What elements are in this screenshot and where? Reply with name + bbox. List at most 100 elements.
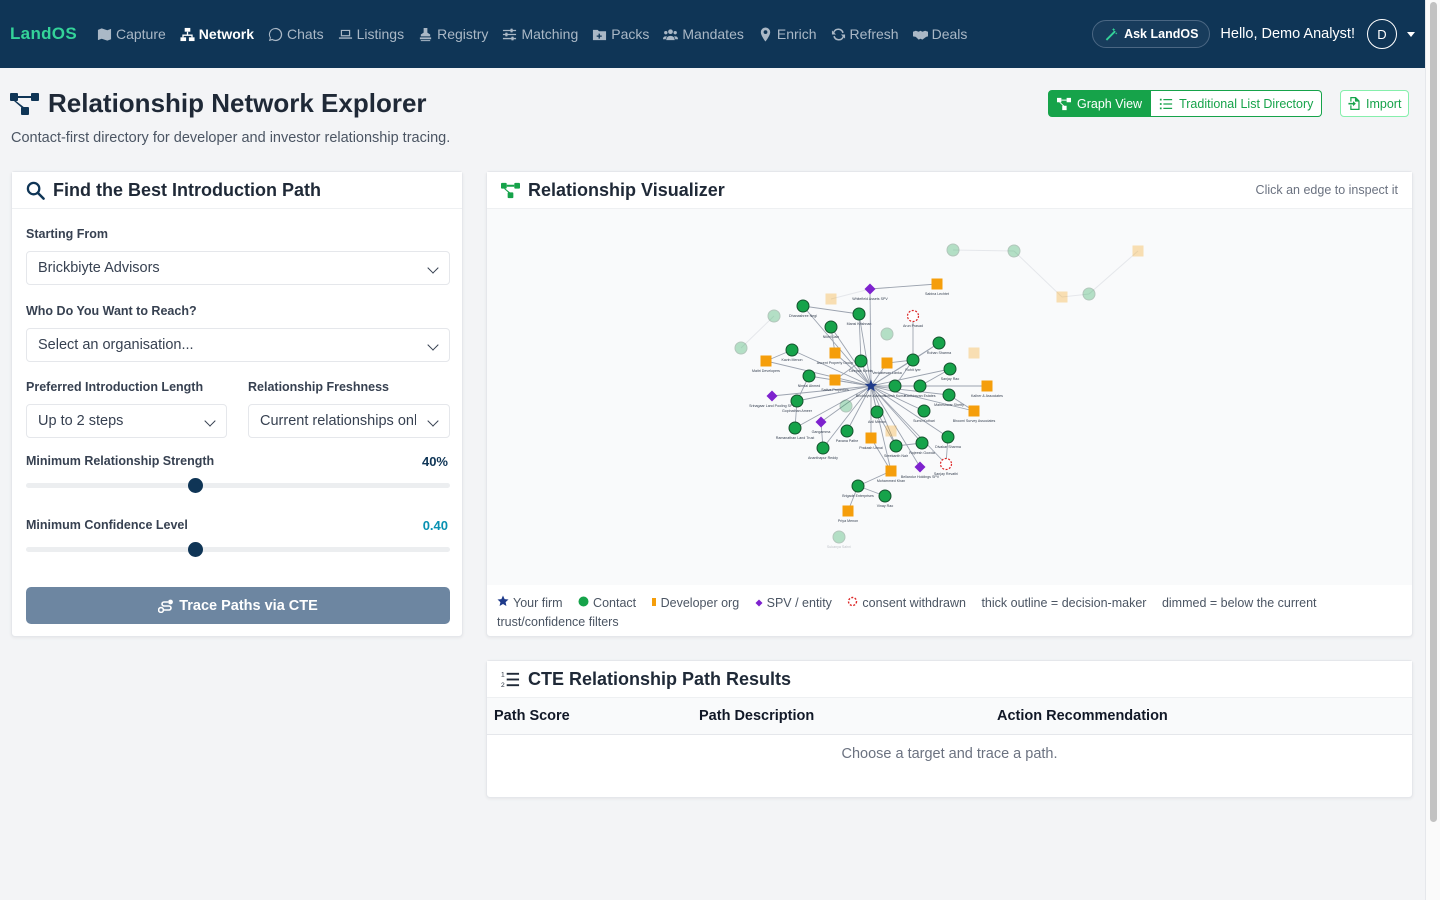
graph-edge[interactable] (1013, 250, 1063, 298)
graph-node-shape[interactable] (851, 479, 865, 493)
nav-chats[interactable]: Chats (268, 26, 324, 42)
graph-node-contact[interactable] (767, 309, 781, 323)
graph-node-contact[interactable]: Nikhil Jain (823, 320, 839, 339)
graph-node-consent-withdrawn[interactable]: Sanjay Revathi (934, 457, 958, 477)
nav-mandates[interactable]: Mandates (663, 26, 744, 42)
graph-edge[interactable] (740, 315, 775, 349)
nav-enrich[interactable]: Enrich (758, 26, 817, 42)
graph-node-developer[interactable]: Maitri Developers (752, 355, 780, 374)
graph-node-contact[interactable] (839, 399, 853, 413)
graph-node-shape[interactable] (766, 390, 778, 402)
nav-registry[interactable]: Registry (418, 26, 488, 42)
graph-node-contact[interactable] (1007, 244, 1021, 258)
graph-node-shape[interactable] (942, 388, 956, 402)
graph-node-shape[interactable] (802, 369, 816, 383)
graph-node-shape[interactable] (881, 357, 893, 369)
graph-edge[interactable] (1088, 250, 1139, 295)
graph-node-shape[interactable] (888, 379, 902, 393)
graph-node-shape[interactable] (906, 353, 920, 367)
graph-node-consent-withdrawn[interactable]: Arun Prasad (903, 309, 923, 329)
graph-node-shape[interactable] (939, 457, 953, 471)
graph-node-contact[interactable]: Rajeesh Gowda (909, 436, 935, 455)
graph-node-shape[interactable] (767, 309, 781, 323)
graph-node-spv[interactable]: Gangamma (812, 416, 831, 435)
graph-node-developer[interactable] (968, 347, 980, 359)
graph-node-shape[interactable] (885, 425, 897, 437)
graph-node-contact[interactable]: Sanjay Rao (941, 362, 960, 381)
graph-node-contact[interactable]: Rohan Sharma (927, 336, 951, 355)
graph-node-shape[interactable] (865, 432, 877, 444)
graph-node-shape[interactable] (915, 436, 929, 450)
nav-refresh[interactable]: Refresh (831, 26, 899, 42)
graph-node-spv[interactable]: Srinagaar Land Pooling SPV (749, 390, 795, 409)
user-menu-caret-icon[interactable] (1407, 31, 1415, 37)
graph-node-shape[interactable] (842, 505, 854, 517)
graph-node-shape[interactable] (870, 405, 884, 419)
graph-node-contact[interactable]: Kadhiravan Estates (904, 379, 936, 398)
graph-node-shape[interactable] (943, 362, 957, 376)
nav-packs[interactable]: Packs (592, 26, 649, 42)
graph-node-shape[interactable] (840, 424, 854, 438)
nav-matching[interactable]: Matching (502, 26, 578, 42)
nav-network[interactable]: Network (180, 26, 254, 42)
graph-node-shape[interactable] (829, 374, 841, 386)
graph-node-contact[interactable] (880, 327, 894, 341)
graph-node-shape[interactable] (1007, 244, 1021, 258)
nav-listings[interactable]: Listings (338, 26, 404, 42)
graph-node-developer[interactable] (1132, 245, 1144, 257)
graph-node-shape[interactable] (839, 399, 853, 413)
column-header-path-score[interactable]: Path Score (494, 708, 570, 724)
graph-node-contact[interactable]: Sukanya Sahni (827, 530, 851, 549)
graph-node-developer[interactable] (885, 425, 897, 437)
graph-node-shape[interactable] (760, 355, 772, 367)
graph-node-shape[interactable] (917, 404, 931, 418)
graph-node-developer[interactable] (1056, 291, 1068, 303)
graph-node-shape[interactable] (734, 341, 748, 355)
graph-node-developer[interactable]: Ascent Property Group (817, 347, 854, 366)
graph-node-shape[interactable] (931, 278, 943, 290)
graph-node-shape[interactable] (1132, 245, 1144, 257)
graph-node-contact[interactable]: Brigade Enterprises (842, 479, 874, 498)
path-length-select[interactable]: Up to 2 steps (26, 404, 227, 438)
strength-slider[interactable] (26, 478, 450, 493)
graph-node-spv[interactable]: Bellandur Holdings SPV (901, 461, 940, 480)
starting-from-select[interactable]: Brickbiyte Advisors (26, 251, 450, 285)
graph-node-contact[interactable]: Ramanathan Land Trust (776, 421, 815, 440)
graph-node-developer[interactable]: Priya Menon (838, 505, 858, 524)
list-view-button[interactable]: Traditional List Directory (1151, 90, 1323, 117)
graph-node-shape[interactable] (832, 530, 846, 544)
user-avatar[interactable]: D (1367, 19, 1397, 49)
graph-node-shape[interactable] (815, 416, 827, 428)
graph-edge[interactable] (802, 305, 860, 315)
nav-deals[interactable]: Deals (912, 26, 967, 42)
strength-slider-thumb[interactable] (188, 478, 204, 493)
graph-node-contact[interactable] (734, 341, 748, 355)
network-graph-canvas[interactable]: Sabina Lechtet Whitefield Assets SPV Dhana… (487, 209, 1412, 585)
freshness-select[interactable]: Current relationships only (248, 404, 450, 438)
ask-landos-button[interactable]: Ask LandOS (1092, 20, 1211, 48)
graph-node-shape[interactable] (825, 293, 837, 305)
graph-node-developer[interactable]: Sattva Properties (821, 374, 849, 393)
graph-node-shape[interactable] (913, 379, 927, 393)
graph-node-shape[interactable] (946, 243, 960, 257)
graph-node-developer[interactable]: Bhoomi Survey Associates (953, 405, 996, 424)
graph-node-shape[interactable] (785, 343, 799, 357)
graph-node-contact[interactable]: Maheshwar Shetty (934, 388, 964, 407)
graph-node-shape[interactable] (854, 354, 868, 368)
graph-node-shape[interactable] (864, 283, 876, 295)
graph-node-shape[interactable] (816, 441, 830, 455)
graph-node-contact[interactable]: Dhanashree Negi (789, 299, 817, 318)
graph-node-shape[interactable] (981, 380, 993, 392)
scrollbar-thumb[interactable] (1430, 2, 1437, 822)
brand-logo[interactable]: LandOS (10, 24, 77, 44)
column-header-action[interactable]: Action Recommendation (997, 708, 1168, 724)
graph-node-shape[interactable] (829, 347, 841, 359)
graph-edge[interactable] (869, 283, 938, 290)
graph-node-developer[interactable]: Prakash Unnai (859, 432, 883, 451)
trace-paths-button[interactable]: Trace Paths via CTE (26, 587, 450, 624)
graph-node-developer[interactable]: Kalher & Associates (971, 380, 1003, 399)
column-header-path-description[interactable]: Path Description (699, 708, 814, 724)
graph-node-shape[interactable] (852, 307, 866, 321)
graph-node-shape[interactable] (932, 336, 946, 350)
graph-node-shape[interactable] (889, 439, 903, 453)
